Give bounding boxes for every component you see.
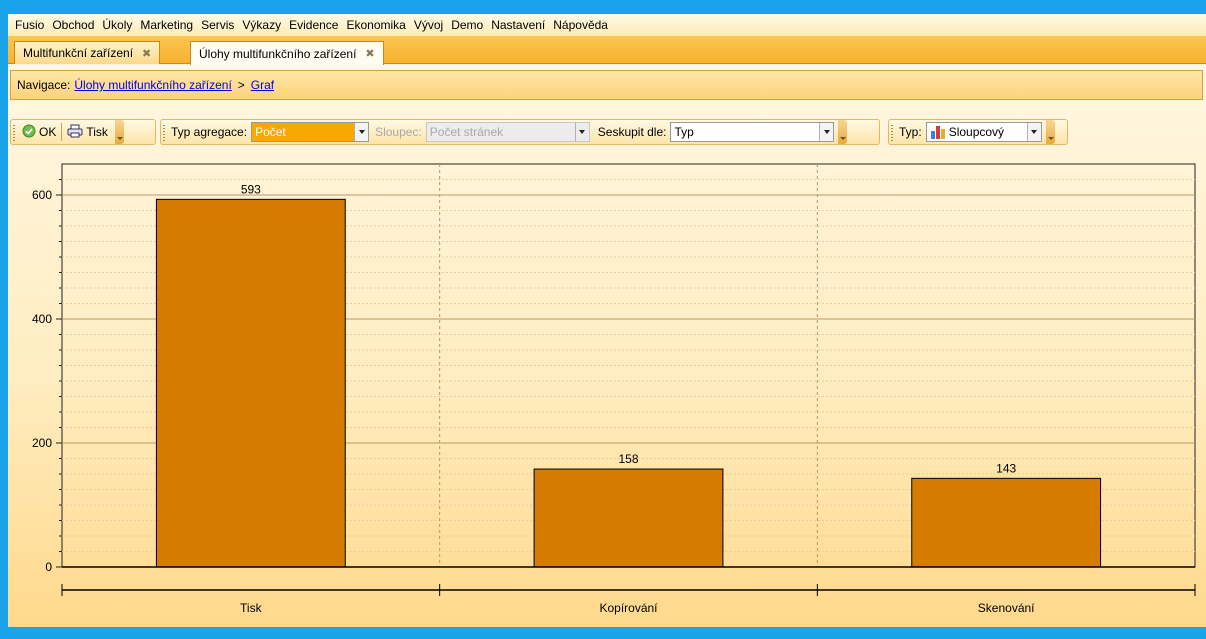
chart-bars: 593 158 143	[155, 182, 1102, 568]
y-tick-label: 200	[32, 436, 52, 450]
data-label: 593	[241, 182, 261, 196]
data-label: 143	[996, 461, 1016, 475]
x-tick-label: Kopírování	[599, 601, 658, 615]
y-tick-label: 400	[32, 312, 52, 326]
bar-kopírování	[533, 468, 724, 568]
bar-skenování	[911, 477, 1102, 568]
window-top-strip	[0, 0, 1206, 14]
x-tick-label: Tisk	[240, 601, 263, 615]
data-label: 158	[618, 452, 638, 466]
y-tick-label: 0	[45, 560, 52, 574]
bar-chart: 593 158 143 0 200 400 600 Tisk Kopírování Skenov…	[32, 163, 1196, 615]
x-tick-label: Skenování	[978, 601, 1035, 615]
app-window: Fusio Obchod Úkoly Marketing Servis Výkazy Evi…	[8, 14, 1206, 627]
window-bottom-strip	[0, 627, 1206, 639]
bar-tisk	[155, 198, 346, 568]
y-tick-label: 600	[32, 188, 52, 202]
